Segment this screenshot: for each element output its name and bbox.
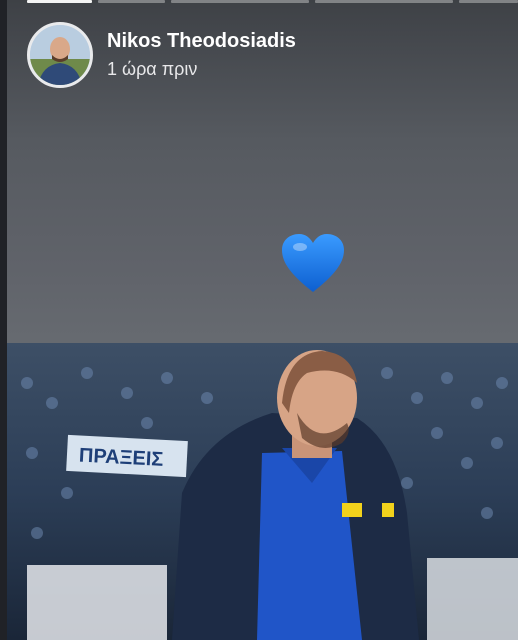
progress-segment-1 — [27, 0, 93, 3]
viewer-edge — [0, 0, 7, 640]
story-photo: ΠΡΑΞΕΙΣ — [7, 343, 518, 640]
user-name[interactable]: Nikos Theodosiadis — [107, 29, 296, 53]
blue-heart-icon — [280, 232, 346, 296]
progress-segment-4 — [314, 0, 453, 3]
progress-segment-2 — [98, 0, 166, 3]
progress-segment-3 — [171, 0, 309, 3]
story-meta: Nikos Theodosiadis 1 ώρα πριν — [107, 29, 296, 81]
story-progress-bar — [27, 0, 518, 3]
post-timestamp: 1 ώρα πριν — [107, 59, 198, 79]
banner-text: ΠΡΑΞΕΙΣ — [78, 445, 164, 471]
avatar[interactable] — [27, 22, 93, 88]
progress-segment-5 — [458, 0, 518, 3]
story-header: Nikos Theodosiadis 1 ώρα πριν — [27, 22, 296, 88]
